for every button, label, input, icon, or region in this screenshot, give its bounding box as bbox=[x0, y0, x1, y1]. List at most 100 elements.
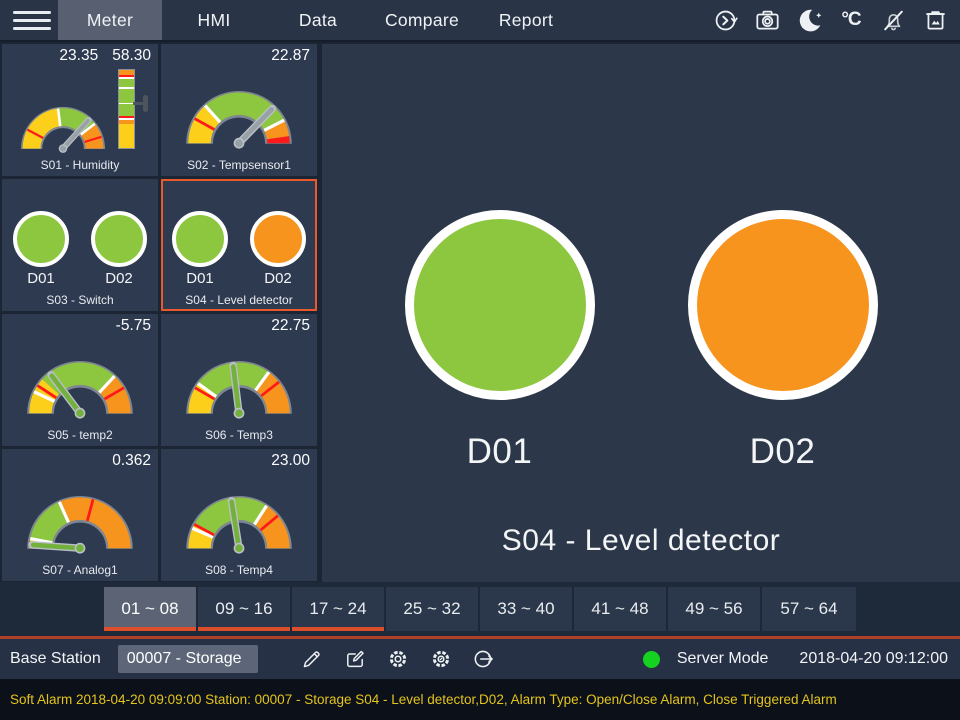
detail-panel: D01D02 S04 - Level detector bbox=[322, 44, 960, 582]
detail-point-label: D02 bbox=[750, 432, 816, 472]
page-button-8[interactable]: 57 ~ 64 bbox=[762, 587, 856, 631]
gauge-chart bbox=[12, 95, 114, 155]
hmi-dashboard: MeterHMIDataCompareReport °C 23.35 58.30 S… bbox=[0, 0, 960, 720]
header-icons: °C bbox=[711, 0, 960, 40]
snapshot-bin-icon[interactable] bbox=[921, 6, 949, 34]
tab-meter[interactable]: Meter bbox=[58, 0, 162, 40]
tab-hmi[interactable]: HMI bbox=[162, 0, 266, 40]
digital-point: D01 bbox=[172, 211, 228, 287]
gauge-chart bbox=[175, 481, 303, 556]
sensor-values bbox=[2, 179, 158, 203]
sensor-tile-s01[interactable]: 23.35 58.30 S01 - Humidity bbox=[2, 44, 158, 176]
tab-data[interactable]: Data bbox=[266, 0, 370, 40]
settings-icon[interactable] bbox=[386, 647, 410, 671]
station-select[interactable]: 00007 - Storage bbox=[118, 645, 258, 673]
digital-point-label: D02 bbox=[105, 270, 133, 287]
sensor-tile-s04[interactable]: D01D02S04 - Level detector bbox=[161, 179, 317, 311]
digital-point-dot bbox=[172, 211, 228, 267]
digital-point: D02 bbox=[91, 211, 147, 287]
page-button-7[interactable]: 49 ~ 56 bbox=[668, 587, 762, 631]
server-mode-label: Server Mode bbox=[677, 650, 769, 668]
page-button-4[interactable]: 25 ~ 32 bbox=[386, 587, 480, 631]
page-button-3[interactable]: 17 ~ 24 bbox=[292, 587, 386, 631]
pencil-icon[interactable] bbox=[300, 647, 324, 671]
replay-icon[interactable] bbox=[711, 6, 739, 34]
detail-points: D01 D02 bbox=[322, 210, 960, 472]
station-label: Base Station bbox=[10, 650, 101, 668]
sensor-value: 58.30 bbox=[112, 47, 151, 68]
gauge-chart bbox=[16, 346, 144, 421]
camera-icon[interactable] bbox=[753, 6, 781, 34]
edit-form-icon[interactable] bbox=[343, 647, 367, 671]
celsius-icon[interactable]: °C bbox=[837, 6, 865, 34]
sensor-values bbox=[161, 179, 317, 203]
sensor-label: S06 - Temp3 bbox=[161, 428, 317, 446]
sensor-values: 22.87 bbox=[161, 44, 317, 68]
status-right: Server Mode 2018-04-20 09:12:00 bbox=[643, 650, 950, 668]
gauge-chart bbox=[175, 76, 303, 151]
sensor-widget bbox=[2, 473, 158, 563]
clock-text: 2018-04-20 09:12:00 bbox=[799, 650, 948, 668]
sensor-tile-s03[interactable]: D01D02 S03 - Switch bbox=[2, 179, 158, 311]
gauge-chart bbox=[16, 481, 144, 556]
sensor-value: 23.35 bbox=[59, 47, 98, 68]
alarm-mute-icon[interactable] bbox=[879, 6, 907, 34]
switch-points: D01 D02 bbox=[172, 211, 306, 287]
sensor-tile-s05[interactable]: -5.75 S05 - temp2 bbox=[2, 314, 158, 446]
top-nav: MeterHMIDataCompareReport °C bbox=[0, 0, 960, 42]
sensor-values: 22.75 bbox=[161, 314, 317, 338]
sensor-value: 22.87 bbox=[271, 47, 310, 68]
detail-point-label: D01 bbox=[467, 432, 533, 472]
sensor-tile-s07[interactable]: 0.362S07 - Analog1 bbox=[2, 449, 158, 581]
sensor-label: S01 - Humidity bbox=[2, 158, 158, 176]
digital-point-label: D01 bbox=[186, 270, 214, 287]
sensor-tile-s02[interactable]: 22.87 S02 - Tempsensor1 bbox=[161, 44, 317, 176]
alarm-text: Soft Alarm 2018-04-20 09:09:00 Station: … bbox=[10, 692, 837, 707]
sensor-widget bbox=[161, 473, 317, 563]
sensor-label: S02 - Tempsensor1 bbox=[161, 158, 317, 176]
sensor-value: -5.75 bbox=[116, 317, 151, 338]
sensor-label: S08 - Temp4 bbox=[161, 563, 317, 581]
switch-points: D01D02 bbox=[13, 211, 147, 287]
sensor-label: S05 - temp2 bbox=[2, 428, 158, 446]
content-area: 23.35 58.30 S01 - Humidity 22.87 S02 - Temps… bbox=[0, 42, 960, 582]
page-button-2[interactable]: 09 ~ 16 bbox=[198, 587, 292, 631]
digital-point-label: D02 bbox=[264, 270, 292, 287]
page-tabs: 01 ~ 0809 ~ 1617 ~ 2425 ~ 3233 ~ 4041 ~ … bbox=[104, 587, 856, 631]
exit-icon[interactable] bbox=[472, 647, 496, 671]
sensor-grid: 23.35 58.30 S01 - Humidity 22.87 S02 - Temps… bbox=[2, 44, 319, 582]
detail-point-dot bbox=[688, 210, 878, 400]
system-settings-icon[interactable] bbox=[429, 647, 453, 671]
sensor-tile-s06[interactable]: 22.75 S06 - Temp3 bbox=[161, 314, 317, 446]
detail-point: D01 bbox=[405, 210, 595, 472]
tab-report[interactable]: Report bbox=[474, 0, 578, 40]
sensor-tile-s08[interactable]: 23.00 S08 - Temp4 bbox=[161, 449, 317, 581]
sensor-value: 22.75 bbox=[271, 317, 310, 338]
page-button-1[interactable]: 01 ~ 08 bbox=[104, 587, 198, 631]
sensor-widget bbox=[161, 338, 317, 428]
sensor-widget bbox=[2, 68, 158, 158]
tab-compare[interactable]: Compare bbox=[370, 0, 474, 40]
level-bar bbox=[118, 69, 148, 149]
sensor-widget: D01D02 bbox=[2, 203, 158, 293]
alarm-ticker: Soft Alarm 2018-04-20 09:09:00 Station: … bbox=[0, 679, 960, 720]
sensor-value: 23.00 bbox=[271, 452, 310, 473]
detail-point: D02 bbox=[688, 210, 878, 472]
status-icons bbox=[300, 647, 496, 671]
digital-point: D02 bbox=[250, 211, 306, 287]
sensor-widget: D01 D02 bbox=[161, 203, 317, 293]
nav-tabs: MeterHMIDataCompareReport bbox=[58, 0, 578, 40]
sensor-label: S03 - Switch bbox=[2, 293, 158, 311]
gauge-chart bbox=[175, 346, 303, 421]
sensor-widget bbox=[2, 338, 158, 428]
page-bar: 01 ~ 0809 ~ 1617 ~ 2425 ~ 3233 ~ 4041 ~ … bbox=[0, 582, 960, 636]
digital-point-dot bbox=[91, 211, 147, 267]
night-mode-icon[interactable] bbox=[795, 6, 823, 34]
sensor-value: 0.362 bbox=[112, 452, 151, 473]
page-button-6[interactable]: 41 ~ 48 bbox=[574, 587, 668, 631]
detail-point-dot bbox=[405, 210, 595, 400]
sensor-values: -5.75 bbox=[2, 314, 158, 338]
page-button-5[interactable]: 33 ~ 40 bbox=[480, 587, 574, 631]
level-bar-handle[interactable] bbox=[133, 95, 148, 112]
menu-icon[interactable] bbox=[13, 0, 51, 40]
